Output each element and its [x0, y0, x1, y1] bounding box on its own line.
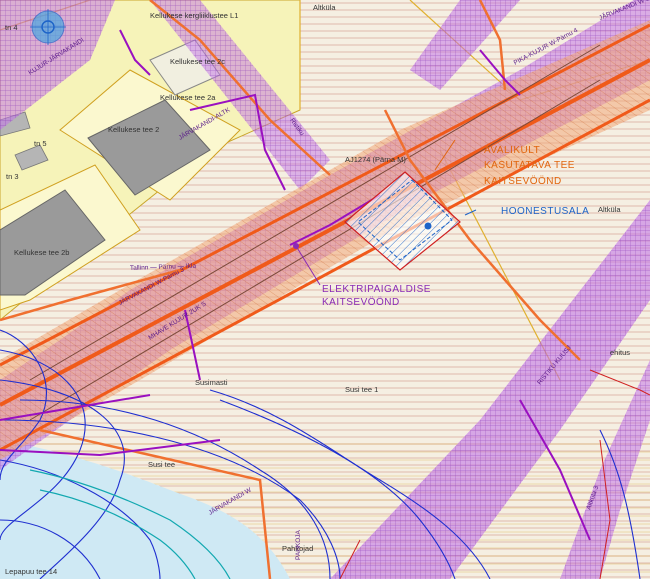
label-ehitus: ehitus [610, 348, 630, 357]
label-kellukese-l1: Kellukese kergliiklustee L1 [150, 11, 238, 20]
map-canvas[interactable]: AVALIKULT KASUTATAVA TEE KAITSEVÖÖND HOO… [0, 0, 650, 579]
label-tn5: tn 5 [34, 139, 47, 148]
label-altkula-top: Altküla [313, 3, 336, 12]
label-kellukese-2a: Kellukese tee 2a [160, 93, 216, 102]
public-road-line-1: AVALIKULT [484, 145, 540, 156]
map-view[interactable]: AVALIKULT KASUTATAVA TEE KAITSEVÖÖND HOO… [0, 0, 650, 579]
label-lepapuu14: Lepapuu tee 14 [5, 567, 57, 576]
building-area-label: HOONESTUSALA [501, 206, 589, 217]
label-tn4: tn 4 [5, 23, 18, 32]
label-kellukese-2c: Kellukese tee 2c [170, 57, 225, 66]
public-road-line-2: KASUTATAVA TEE [484, 160, 575, 171]
label-susimasti: Susimasti [195, 378, 228, 387]
label-kellukese-2: Kellukese tee 2 [108, 125, 159, 134]
label-kellukese-2b: Kellukese tee 2b [14, 248, 69, 257]
label-susi-tee: Susi tee [148, 460, 175, 469]
public-road-line-3: KAITSEVÖÖND [484, 175, 562, 187]
label-aj1274: AJ1274 (Pärna M) [345, 155, 406, 164]
label-altkula-right: Altküla [598, 205, 621, 214]
label-tn3: tn 3 [6, 172, 19, 181]
electrical-line-1: ELEKTRIPAIGALDISE [322, 284, 431, 295]
label-cable-10: PAHKOJA [295, 529, 302, 560]
label-susi1: Susi tee 1 [345, 385, 378, 394]
electrical-line-2: KAITSEVÖÖND [322, 296, 400, 308]
